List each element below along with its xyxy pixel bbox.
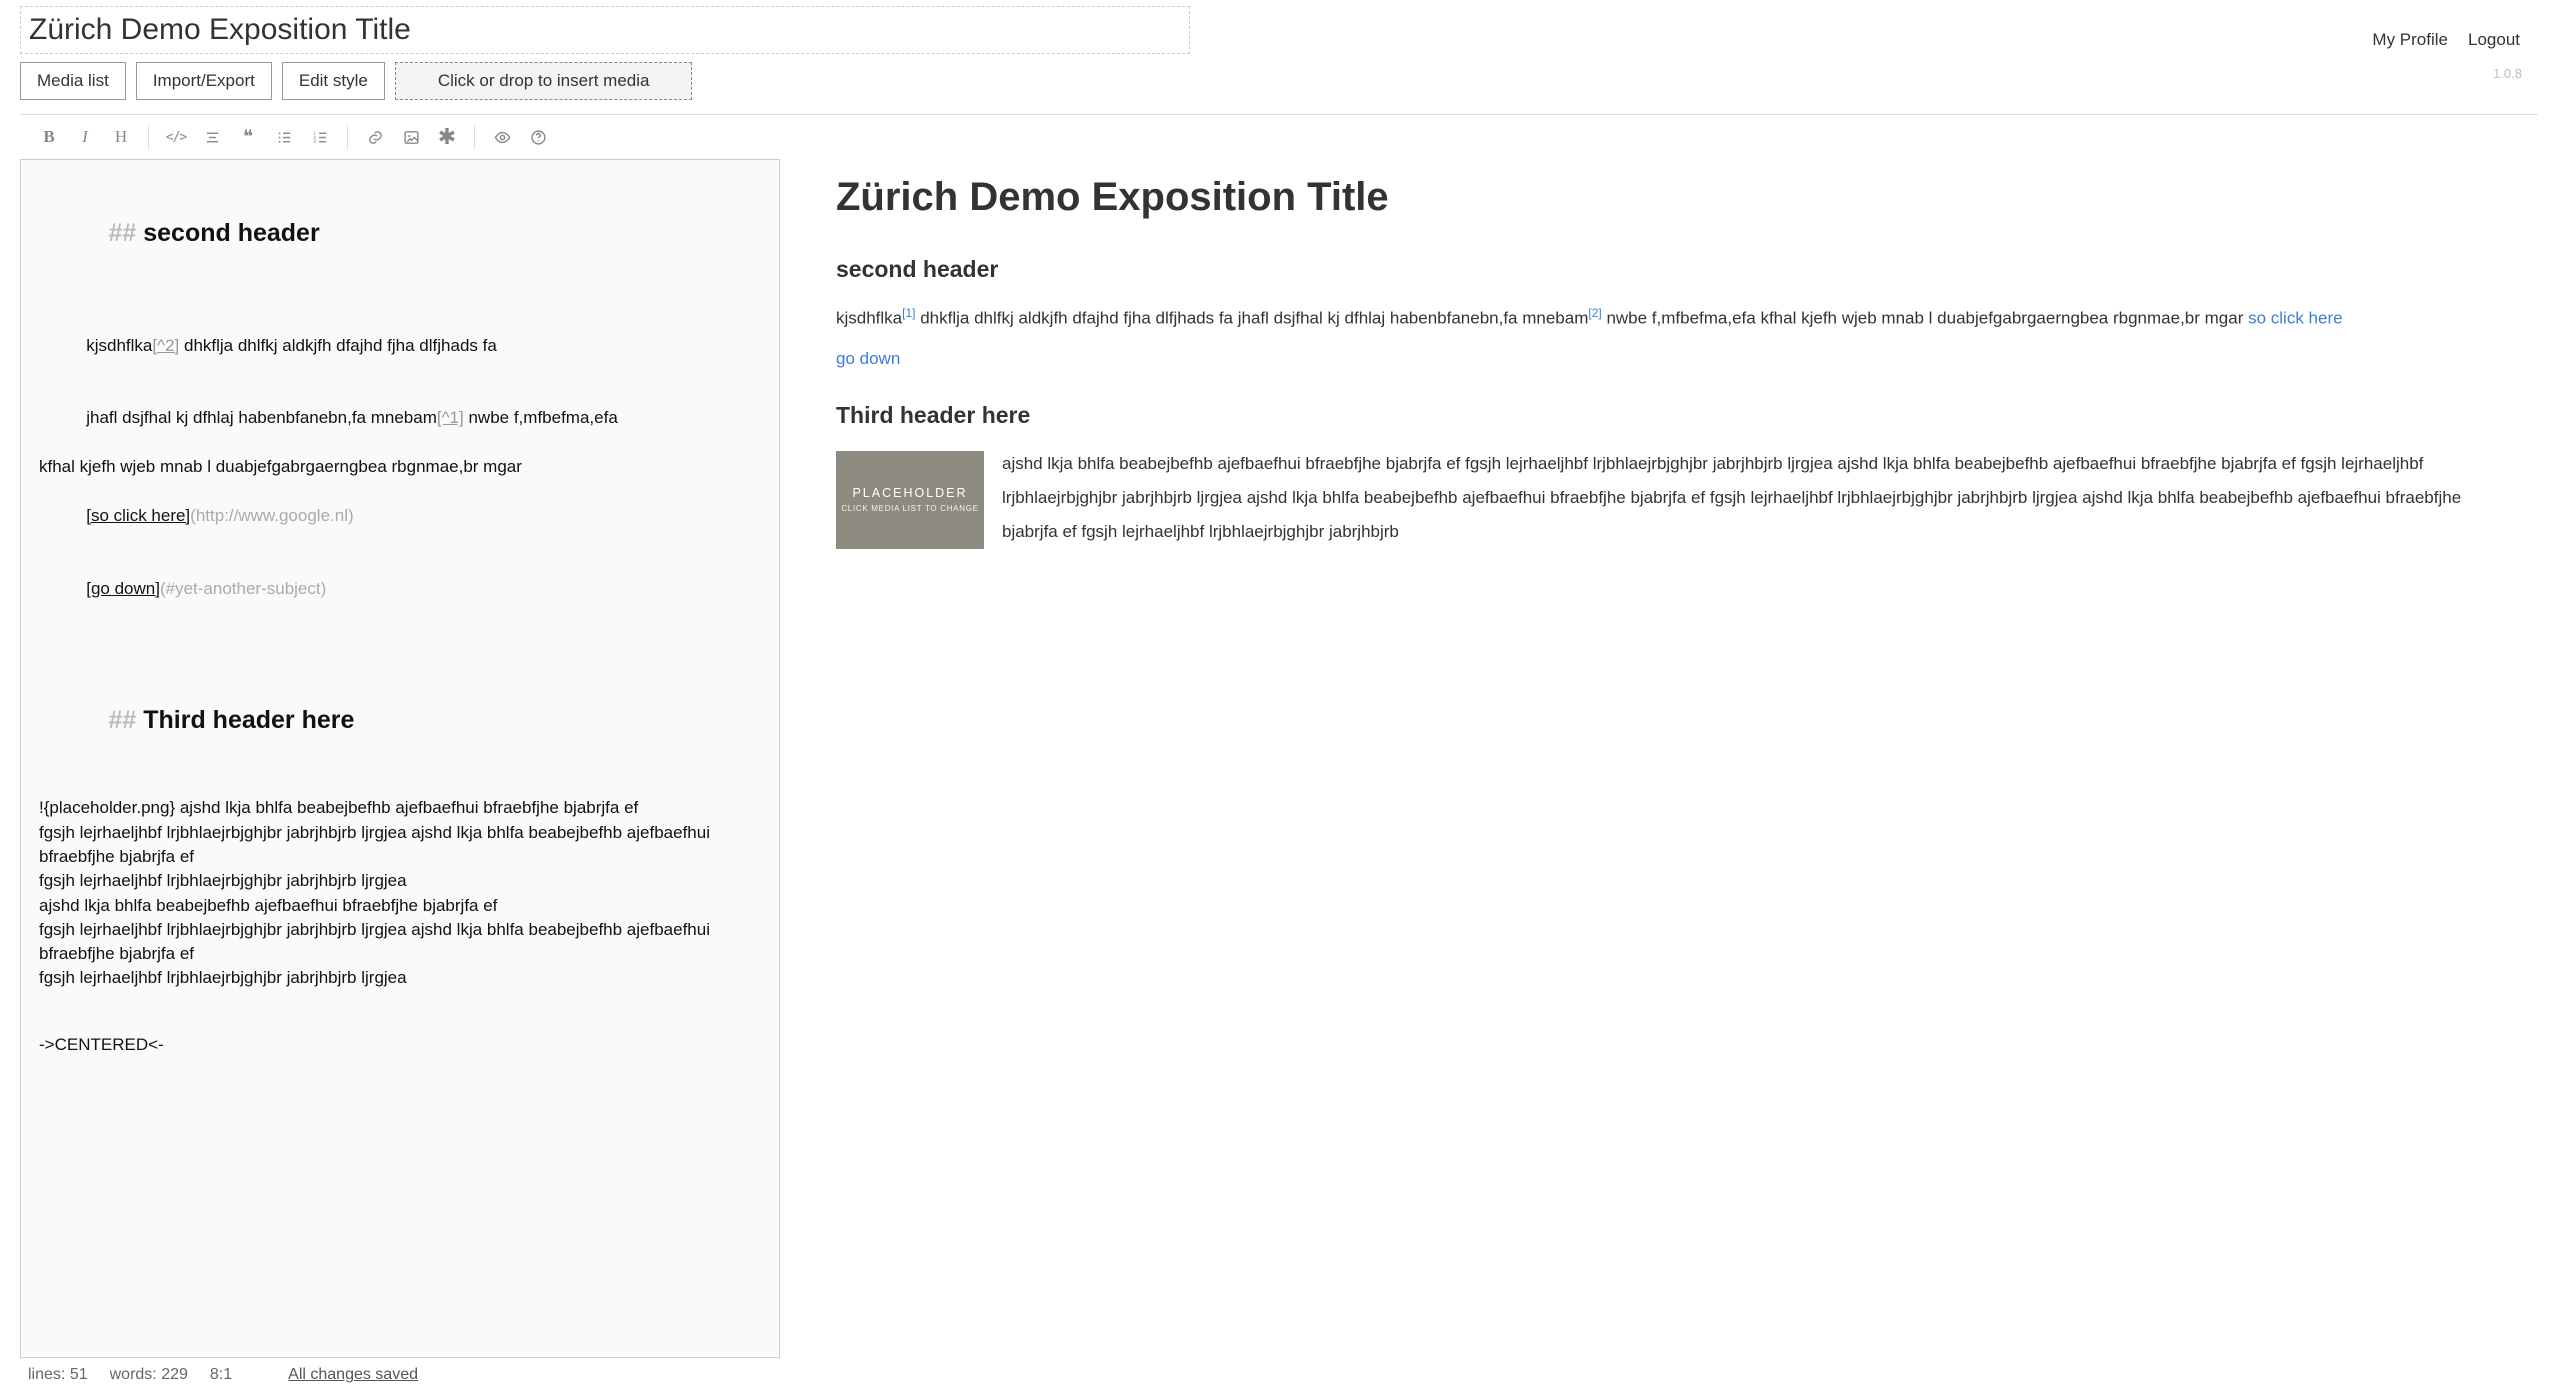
- editor-line: kfhal kjefh wjeb mnab l duabjefgabrgaern…: [39, 455, 761, 479]
- preview-panel: Zürich Demo Exposition Title second head…: [836, 115, 2538, 1386]
- italic-button[interactable]: I: [74, 127, 96, 147]
- editor-line: [go down](#yet-another-subject): [39, 552, 761, 625]
- editor-line: fgsjh lejrhaeljhbf lrjbhlaejrbjghjbr jab…: [39, 821, 761, 870]
- words-count: words: 229: [110, 1366, 188, 1384]
- media-dropzone[interactable]: Click or drop to insert media: [395, 62, 693, 100]
- version-label: 1.0.8: [2493, 66, 2522, 81]
- formatting-toolbar: B I H </> ❝ 123: [20, 115, 780, 159]
- preview-paragraph: kjsdhflka[1] dhkflja dhlfkj aldkjfh dfaj…: [836, 301, 2498, 336]
- edit-style-button[interactable]: Edit style: [282, 62, 385, 100]
- code-button[interactable]: </>: [165, 130, 187, 145]
- footnote-ref: [^1]: [437, 408, 464, 427]
- md-link-url: (http://www.google.nl): [190, 506, 353, 525]
- editor-line: fgsjh lejrhaeljhbf lrjbhlaejrbjghjbr jab…: [39, 869, 761, 893]
- preview-button[interactable]: [491, 129, 513, 146]
- cursor-position: 8:1: [210, 1366, 232, 1384]
- editor-line: ->CENTERED<-: [39, 1033, 761, 1057]
- media-placeholder[interactable]: PLACEHOLDER CLICK MEDIA LIST TO CHANGE: [836, 451, 984, 549]
- unordered-list-button[interactable]: [273, 129, 295, 146]
- preview-link-go-down[interactable]: go down: [836, 349, 900, 368]
- save-status: All changes saved: [288, 1366, 418, 1384]
- footnote-link-1[interactable]: [1]: [902, 306, 915, 320]
- footnote-link-2[interactable]: [2]: [1588, 306, 1601, 320]
- preview-paragraph: go down: [836, 342, 2498, 376]
- markdown-editor[interactable]: ## second header kjsdhflka[^2] dhkflja d…: [20, 159, 780, 1358]
- align-button[interactable]: [201, 129, 223, 146]
- toolbar-divider: [347, 125, 348, 149]
- help-button[interactable]: [527, 129, 549, 146]
- editor-line: fgsjh lejrhaeljhbf lrjbhlaejrbjghjbr jab…: [39, 918, 761, 967]
- title-container: [20, 6, 1190, 54]
- preview-h2: Third header here: [836, 402, 2498, 429]
- status-bar: lines: 51 words: 229 8:1 All changes sav…: [20, 1358, 780, 1386]
- md-link-url: (#yet-another-subject): [160, 579, 326, 598]
- preview-paragraph: ajshd lkja bhlfa beabejbefhb ajefbaefhui…: [836, 447, 2498, 549]
- editor-line: [so click here](http://www.google.nl): [39, 479, 761, 552]
- import-export-button[interactable]: Import/Export: [136, 62, 272, 100]
- md-h2-prefix: ##: [108, 219, 143, 247]
- bold-button[interactable]: B: [38, 127, 60, 147]
- md-h2-text: second header: [143, 219, 319, 247]
- editor-line: ## second header: [39, 180, 761, 287]
- link-button[interactable]: [364, 129, 386, 146]
- editor-line: kjsdhflka[^2] dhkflja dhlfkj aldkjfh dfa…: [39, 309, 761, 382]
- toolbar-divider: [148, 125, 149, 149]
- ordered-list-button[interactable]: 123: [309, 129, 331, 146]
- preview-link-so-click-here[interactable]: so click here: [2248, 309, 2342, 328]
- preview-h2: second header: [836, 256, 2498, 283]
- header-button[interactable]: H: [110, 127, 132, 147]
- exposition-title-input[interactable]: [29, 13, 1181, 47]
- editor-line: !{placeholder.png} ajshd lkja bhlfa beab…: [39, 796, 761, 820]
- toolbar-divider: [474, 125, 475, 149]
- editor-line: ## Third header here: [39, 667, 761, 774]
- editor-line: ajshd lkja bhlfa beabejbefhb ajefbaefhui…: [39, 894, 761, 918]
- md-h2-text: Third header here: [143, 706, 354, 734]
- preview-paragraph-with-image: PLACEHOLDER CLICK MEDIA LIST TO CHANGE a…: [836, 447, 2498, 557]
- image-button[interactable]: [400, 129, 422, 146]
- main-split: B I H </> ❝ 123: [20, 115, 2538, 1386]
- logout-link[interactable]: Logout: [2468, 30, 2520, 50]
- editor-line: jhafl dsjfhal kj dfhlaj habenbfanebn,fa …: [39, 382, 761, 455]
- md-link-text: [go down]: [86, 579, 160, 598]
- toolbar-buttons-row: Media list Import/Export Edit style Clic…: [20, 62, 2538, 100]
- md-h2-prefix: ##: [108, 706, 143, 734]
- media-list-button[interactable]: Media list: [20, 62, 126, 100]
- asterisk-button[interactable]: ✱: [436, 129, 458, 145]
- editor-panel: B I H </> ❝ 123: [20, 115, 780, 1386]
- my-profile-link[interactable]: My Profile: [2372, 30, 2448, 50]
- quote-button[interactable]: ❝: [237, 126, 259, 149]
- svg-text:3: 3: [313, 139, 316, 145]
- top-nav: My Profile Logout: [2372, 30, 2520, 50]
- code-icon-open: <: [166, 130, 173, 145]
- editor-line: fgsjh lejrhaeljhbf lrjbhlaejrbjghjbr jab…: [39, 966, 761, 990]
- placeholder-subtitle: CLICK MEDIA LIST TO CHANGE: [841, 504, 978, 513]
- preview-title: Zürich Demo Exposition Title: [836, 175, 2498, 220]
- footnote-ref: [^2]: [152, 336, 179, 355]
- md-link-text: [so click here]: [86, 506, 190, 525]
- placeholder-title: PLACEHOLDER: [852, 486, 967, 500]
- lines-count: lines: 51: [28, 1366, 88, 1384]
- code-icon-close: />: [173, 130, 187, 145]
